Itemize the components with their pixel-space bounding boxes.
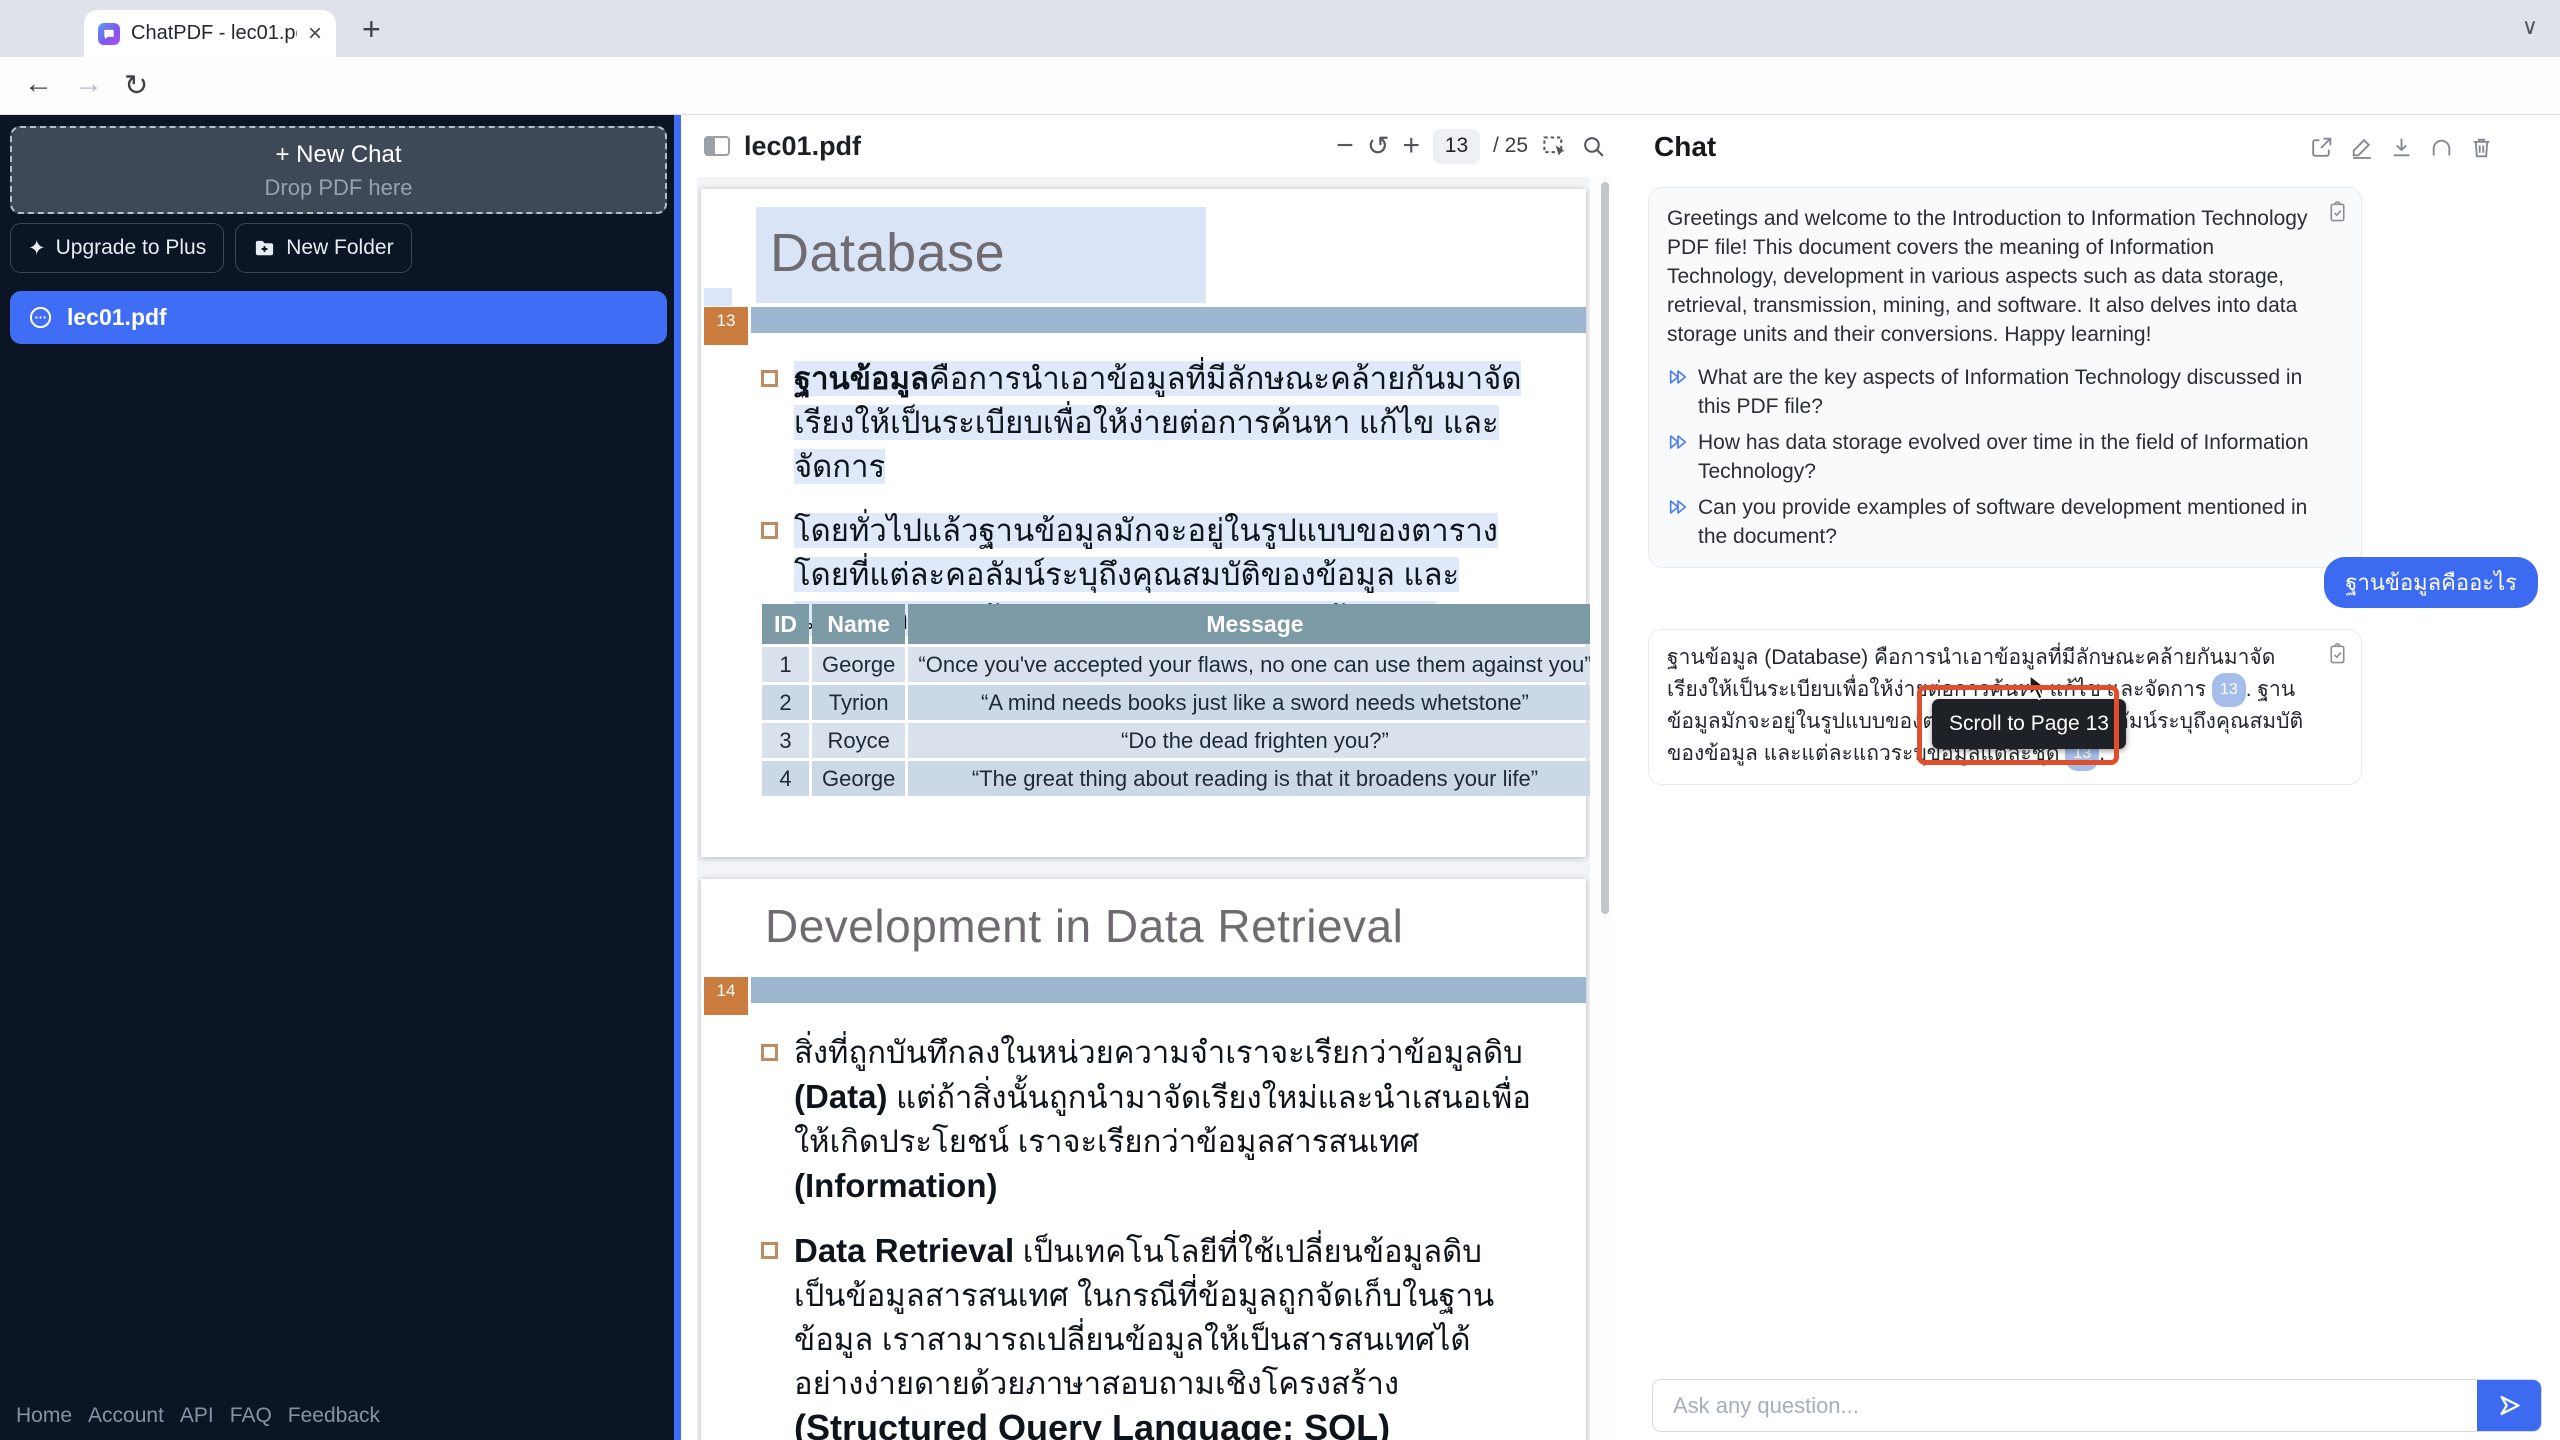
forward-button[interactable]: →	[74, 68, 103, 101]
suggested-question-2[interactable]: How has data storage evolved over time i…	[1667, 428, 2315, 486]
collapse-sidebar-icon[interactable]	[703, 134, 731, 158]
upgrade-to-plus-button[interactable]: ✦ Upgrade to Plus	[10, 223, 225, 273]
footer-link-home[interactable]: Home	[16, 1404, 72, 1428]
footer-link-faq[interactable]: FAQ	[230, 1404, 272, 1428]
edit-icon[interactable]	[2349, 135, 2374, 160]
reload-button[interactable]: ↻	[124, 68, 148, 103]
pdf-scroll-area[interactable]: Database 13 ฐานข้อมูลคือการนำเอาข้อมูลที…	[697, 177, 1590, 1440]
slide13-title-bar	[751, 307, 1586, 333]
table-row: 4 George “The great thing about reading …	[762, 761, 1590, 796]
browser-toolbar: ← → ↻ chatpdf.com/c/12UWEwLPiQHUuQqmjrvG…	[0, 57, 2560, 165]
question-arrow-icon	[1667, 496, 1689, 551]
chatpdf-favicon-icon	[98, 22, 120, 45]
pdf-viewer-header: lec01.pdf − ↺ + 13 / 25	[697, 115, 1612, 177]
slide14-bullet-2: Data Retrieval เป็นเทคโนโลยีที่ใช้เปลี่ย…	[761, 1229, 1533, 1440]
browser-tabstrip: ChatPDF - lec01.pdf × + ∨	[0, 0, 2560, 57]
footer-link-feedback[interactable]: Feedback	[288, 1404, 380, 1428]
search-icon[interactable]	[1581, 134, 1606, 159]
new-tab-button[interactable]: +	[362, 11, 381, 48]
main-area: lec01.pdf − ↺ + 13 / 25 Database 13 ฐานข…	[681, 115, 2560, 1440]
assistant-greeting-message: Greetings and welcome to the Introductio…	[1648, 187, 2362, 568]
page-reference-badge[interactable]: 13	[2211, 673, 2246, 707]
sidebar: + New Chat Drop PDF here ✦ Upgrade to Pl…	[0, 115, 681, 1440]
copy-message-icon[interactable]	[2326, 642, 2349, 665]
slide14-title-bar	[751, 977, 1586, 1003]
chat-input-bar	[1652, 1379, 2542, 1432]
suggested-question-1[interactable]: What are the key aspects of Information …	[1667, 363, 2315, 421]
pdf-page-14: Development in Data Retrieval 14 สิ่งที่…	[701, 879, 1586, 1440]
snapshot-selection-icon[interactable]	[1541, 133, 1568, 160]
tabstrip-chevron-icon[interactable]: ∨	[2522, 14, 2538, 40]
send-button[interactable]	[2477, 1380, 2541, 1431]
headset-icon[interactable]	[2429, 135, 2454, 160]
pdf-scrollbar[interactable]	[1598, 177, 1612, 1440]
back-button[interactable]: ←	[24, 68, 53, 101]
share-icon[interactable]	[2309, 135, 2334, 160]
slide-deco-square	[704, 288, 732, 306]
tab-title: ChatPDF - lec01.pdf	[131, 22, 297, 44]
sparkle-icon: ✦	[28, 236, 46, 260]
table-header-message: Message	[908, 604, 1590, 644]
table-header-id: ID	[762, 604, 809, 644]
chat-panel: Chat Greetings and welcome to the Introd…	[1646, 115, 2560, 1440]
square-bullet-icon	[761, 1242, 778, 1259]
question-input[interactable]	[1653, 1392, 2477, 1419]
footer-link-api[interactable]: API	[180, 1404, 214, 1428]
scroll-to-page-tooltip: Scroll to Page 13	[1932, 699, 2126, 749]
chat-header: Chat	[1646, 115, 2560, 163]
zoom-in-button[interactable]: +	[1402, 131, 1420, 161]
table-row: 2 Tyrion “A mind needs books just like a…	[762, 685, 1590, 720]
new-chat-dropzone[interactable]: + New Chat Drop PDF here	[10, 126, 667, 214]
tab-close-icon[interactable]: ×	[308, 21, 322, 46]
square-bullet-icon	[761, 522, 778, 539]
square-bullet-icon	[761, 1044, 778, 1061]
slide14-page-badge: 14	[704, 977, 748, 1015]
pdf-scrollbar-thumb[interactable]	[1601, 182, 1609, 914]
slide13-bullet-1: ฐานข้อมูลคือการนำเอาข้อมูลที่มีลักษณะคล้…	[761, 357, 1533, 489]
folder-plus-icon	[253, 237, 276, 260]
slide13-title: Database	[770, 223, 1006, 283]
footer-link-account[interactable]: Account	[88, 1404, 164, 1428]
table-header-name: Name	[812, 604, 906, 644]
delete-chat-icon[interactable]	[2469, 135, 2494, 160]
browser-tab[interactable]: ChatPDF - lec01.pdf ×	[84, 10, 336, 57]
pdf-viewer-panel: lec01.pdf − ↺ + 13 / 25 Database 13 ฐานข…	[697, 115, 1612, 1440]
new-folder-button[interactable]: New Folder	[235, 223, 412, 273]
question-arrow-icon	[1667, 431, 1689, 486]
download-icon[interactable]	[2389, 135, 2414, 160]
table-row: 1 George “Once you've accepted your flaw…	[762, 647, 1590, 682]
zoom-out-button[interactable]: −	[1336, 131, 1354, 161]
slide13-page-badge: 13	[704, 307, 748, 345]
user-message: ฐานข้อมูลคืออะไร	[2324, 557, 2538, 608]
rotate-button[interactable]: ↺	[1367, 132, 1390, 160]
chat-message-list: Greetings and welcome to the Introductio…	[1648, 177, 2538, 1364]
mouse-cursor-icon	[2024, 673, 2052, 701]
drop-pdf-hint: Drop PDF here	[264, 175, 413, 200]
chat-bubble-icon	[27, 304, 54, 331]
slide14-title: Development in Data Retrieval	[765, 900, 1404, 952]
question-arrow-icon	[1667, 366, 1689, 421]
copy-message-icon[interactable]	[2326, 200, 2349, 223]
page-total-label: / 25	[1492, 134, 1528, 157]
pdf-title: lec01.pdf	[744, 130, 862, 161]
sidebar-footer: Home Account API FAQ Feedback	[16, 1404, 380, 1428]
database-example-table: ID Name Message 1 George “Once you've ac…	[759, 601, 1590, 799]
table-row: 3 Royce “Do the dead frighten you?”	[762, 723, 1590, 758]
sidebar-item-lec01-pdf[interactable]: lec01.pdf	[10, 291, 667, 344]
sidebar-scrollbar[interactable]	[674, 115, 681, 1440]
new-chat-button[interactable]: + New Chat	[12, 141, 665, 169]
square-bullet-icon	[761, 370, 778, 387]
pdf-page-13: Database 13 ฐานข้อมูลคือการนำเอาข้อมูลที…	[701, 189, 1590, 857]
page-number-input[interactable]: 13	[1432, 128, 1480, 164]
chat-title: Chat	[1654, 131, 1717, 162]
suggested-question-3[interactable]: Can you provide examples of software dev…	[1667, 493, 2315, 551]
slide14-bullet-1: สิ่งที่ถูกบันทึกลงในหน่วยความจำเราจะเรีย…	[761, 1031, 1533, 1209]
